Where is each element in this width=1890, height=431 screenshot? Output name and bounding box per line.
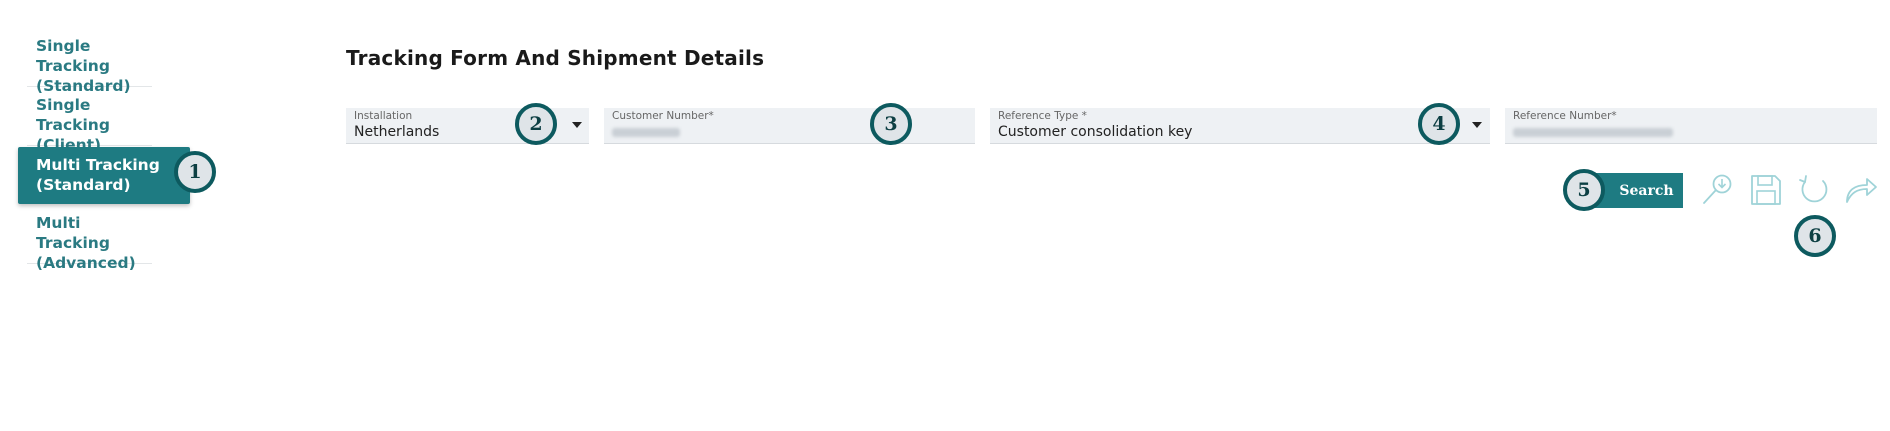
step-badge-5: 5	[1563, 169, 1605, 211]
reference-type-label: Reference Type *	[998, 110, 1087, 122]
step-badge-4: 4	[1418, 103, 1460, 145]
sidebar-item-label: Single Tracking (Standard)	[36, 37, 131, 95]
installation-label: Installation	[354, 110, 413, 122]
step-badge-2: 2	[515, 103, 557, 145]
chevron-down-icon[interactable]	[1472, 122, 1482, 128]
sidebar-item-label: Single Tracking (Client)	[36, 96, 110, 154]
step-badge-6: 6	[1794, 215, 1836, 257]
reference-type-value: Customer consolidation key	[998, 124, 1193, 140]
page-title: Tracking Form And Shipment Details	[346, 46, 765, 70]
sidebar-item-single-tracking-standard[interactable]: Single Tracking (Standard)	[27, 28, 152, 95]
sidebar-item-label: Multi Tracking (Standard)	[36, 156, 160, 194]
customer-number-input[interactable]: Customer Number*	[604, 108, 975, 144]
sidebar-item-multi-tracking-advanced[interactable]: Multi Tracking (Advanced)	[27, 205, 152, 272]
share-icon[interactable]	[1843, 172, 1879, 208]
sidebar-nav: Single Tracking (Standard) Single Tracki…	[18, 28, 193, 272]
chevron-down-icon[interactable]	[572, 122, 582, 128]
step-badge-3: 3	[870, 103, 912, 145]
customer-number-value-redacted	[612, 128, 680, 137]
reset-icon[interactable]	[1796, 172, 1832, 208]
sidebar-item-single-tracking-client[interactable]: Single Tracking (Client)	[27, 87, 152, 154]
reference-type-select[interactable]: Reference Type * Customer consolidation …	[990, 108, 1490, 144]
save-icon[interactable]	[1748, 172, 1784, 208]
sidebar-item-multi-tracking-standard[interactable]: Multi Tracking (Standard)	[18, 147, 190, 204]
reference-number-input[interactable]: Reference Number*	[1505, 108, 1877, 144]
page: Single Tracking (Standard) Single Tracki…	[0, 0, 1890, 431]
customer-number-label: Customer Number*	[612, 110, 714, 122]
sidebar-item-label: Multi Tracking (Advanced)	[36, 214, 136, 272]
step-badge-1: 1	[174, 151, 216, 193]
reference-number-label: Reference Number*	[1513, 110, 1617, 122]
installation-value: Netherlands	[354, 124, 440, 140]
reference-number-value-redacted	[1513, 128, 1673, 137]
search-download-icon[interactable]	[1700, 172, 1736, 208]
